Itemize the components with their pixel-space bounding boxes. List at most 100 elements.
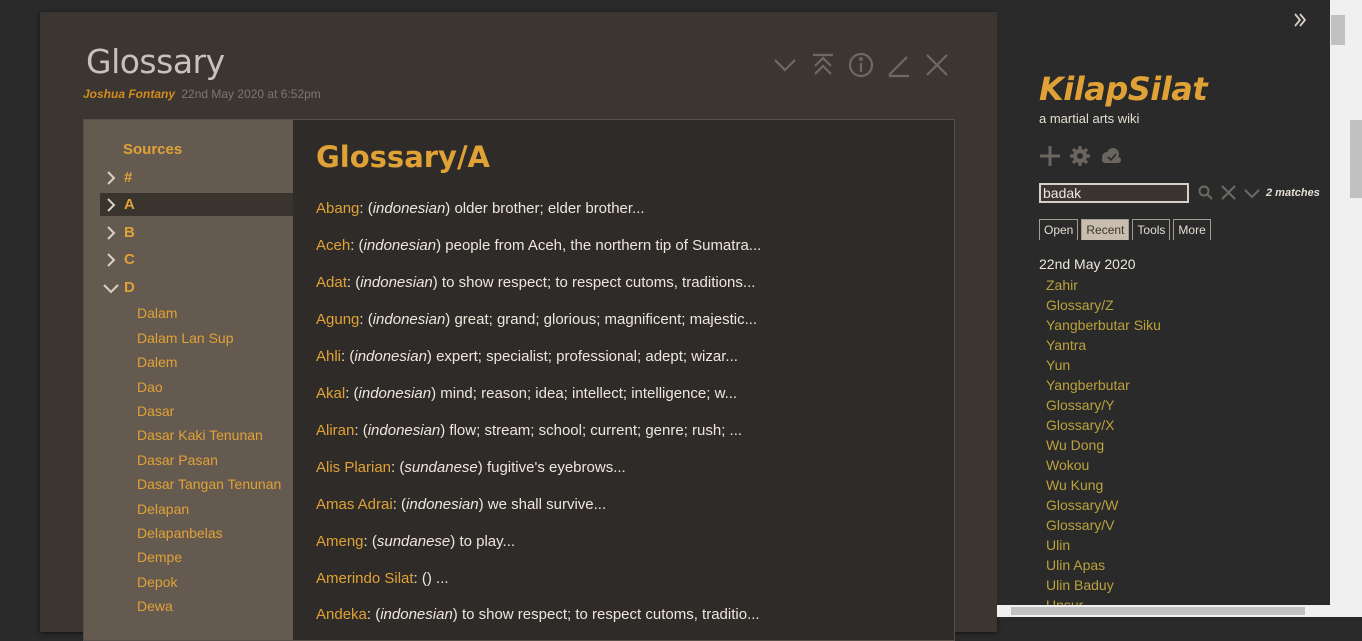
site-title: KilapSilat [1039,70,1208,108]
entry-lang: indonesian [380,606,453,623]
recent-link[interactable]: Glossary/X [1046,417,1114,433]
recent-link[interactable]: Yun [1046,357,1070,373]
toc-item-label[interactable]: # [124,169,132,186]
toc-item-label[interactable]: B [124,224,135,241]
entry-term[interactable]: Akal [316,385,345,402]
chevron-right-icon[interactable] [100,225,122,240]
recent-link[interactable]: Glossary/W [1046,497,1118,513]
recent-link[interactable]: Glossary/V [1046,517,1114,533]
chevron-right-icon[interactable] [100,170,122,185]
toc-sub-item[interactable]: Dalem [137,354,177,370]
entry-term[interactable]: Ameng [316,533,364,550]
entry-term[interactable]: Amerindo Silat [316,570,414,587]
fold-button[interactable] [770,50,800,80]
sidebar-buttons [1039,145,1123,172]
toc-heading[interactable]: Sources [123,141,182,158]
recent-link[interactable]: Yangberbutar [1046,377,1130,393]
page-vertical-scrollbar[interactable] [1330,0,1362,617]
entry-def: ) great; grand; glorious; magnificent; m… [445,311,758,328]
chevron-down-icon[interactable] [100,282,122,294]
toc-sub-item[interactable]: Dao [137,379,163,395]
plus-icon [1040,146,1060,166]
recent-link[interactable]: Wu Dong [1046,437,1104,453]
save-wiki-button[interactable] [1099,147,1123,170]
entry-lang: indonesian [372,200,446,217]
scrollbar-thumb[interactable] [1011,607,1305,615]
recent-link[interactable]: Ulin [1046,537,1070,553]
content-heading[interactable]: Glossary/A [316,140,490,174]
tab-open[interactable]: Open [1039,219,1079,240]
search-icon [1198,185,1213,200]
scrollbar-thumb[interactable] [1350,120,1362,198]
hide-sidebar-button[interactable] [1293,12,1307,33]
toc-sub-item[interactable]: Dasar [137,403,174,419]
toc-item-selected[interactable]: A [100,193,293,216]
toc-sub-item[interactable]: Dalam [137,305,177,321]
search-input[interactable] [1039,183,1189,203]
chevron-right-icon[interactable] [100,197,122,212]
glossary-entry: Adat: (indonesian) to show respect; to r… [316,274,756,291]
clear-search-button[interactable] [1221,185,1236,205]
toc-sub-item[interactable]: Depok [137,574,177,590]
chevron-right-icon[interactable] [100,252,122,267]
edit-icon [888,56,909,78]
toc-item[interactable]: B [100,221,293,244]
entry-term[interactable]: Andeka [316,606,367,623]
entry-term[interactable]: Aliran [316,422,354,439]
close-others-button[interactable] [808,50,838,80]
edit-button[interactable] [884,50,914,80]
recent-link[interactable]: Ulin Apas [1046,557,1105,573]
entry-term[interactable]: Aceh [316,237,350,254]
toc-sub-item[interactable]: Dasar Tangan Tenunan [137,476,281,492]
recent-link[interactable]: Yantra [1046,337,1086,353]
sidebar-horizontal-scrollbar[interactable] [997,605,1330,617]
toc-sub-item[interactable]: Dalam Lan Sup [137,330,234,346]
entry-term[interactable]: Abang [316,200,359,217]
entry-term[interactable]: Alis Plarian [316,459,391,476]
recent-link[interactable]: Wokou [1046,457,1089,473]
entry-term[interactable]: Agung [316,311,359,328]
recent-link[interactable]: Glossary/Y [1046,397,1114,413]
tab-more[interactable]: More [1173,219,1211,240]
control-panel-button[interactable] [1069,145,1091,172]
toc-item[interactable]: C [100,248,293,271]
recent-link[interactable]: Ulin Baduy [1046,577,1114,593]
recent-link[interactable]: Glossary/Z [1046,297,1114,313]
scrollbar-thumb[interactable] [1331,15,1345,45]
tab-tools[interactable]: Tools [1132,219,1171,240]
entry-lang: indonesian [367,422,441,439]
story-river: Glossary Joshua Fontany 22nd May 2020 at… [0,0,997,641]
toc-sub-item[interactable]: Delapanbelas [137,525,223,541]
toc-item[interactable]: D [100,276,293,299]
glossary-entry: Alis Plarian: (sundanese) fugitive's eye… [316,459,626,476]
entry-def: ) flow; stream; school; current; genre; … [440,422,743,439]
toc-sub-item[interactable]: Dasar Kaki Tenunan [137,427,263,443]
toc-sub-item[interactable]: Dempe [137,549,182,565]
search-results-toggle[interactable] [1244,186,1260,204]
new-tiddler-button[interactable] [1039,145,1061,172]
toc-sub-item[interactable]: Dasar Pasan [137,452,218,468]
recent-link[interactable]: Yangberbutar Siku [1046,317,1161,333]
info-button[interactable] [846,50,876,80]
entry-def: ) to play... [450,533,516,550]
advanced-search-button[interactable] [1198,185,1213,205]
entry-term[interactable]: Amas Adrai [316,496,393,513]
toc-item-label[interactable]: A [124,196,135,213]
toc-sub-item[interactable]: Delapan [137,501,189,517]
close-button[interactable] [922,50,952,80]
tab-recent[interactable]: Recent [1081,219,1130,240]
entry-term[interactable]: Adat [316,274,347,291]
author-link[interactable]: Joshua Fontany [83,87,175,101]
glossary-entry: Andeka: (indonesian) to show respect; to… [316,606,760,623]
toc-item[interactable]: # [100,166,293,189]
toc-item-label[interactable]: C [124,251,135,268]
chevron-down-icon [774,59,796,72]
search-controls [1198,185,1260,205]
toc-sub-item[interactable]: Dewa [137,598,173,614]
glossary-entry: Akal: (indonesian) mind; reason; idea; i… [316,385,738,402]
entry-term[interactable]: Ahli [316,348,341,365]
recent-link[interactable]: Wu Kung [1046,477,1103,493]
sidebar-tabs: Open Recent Tools More [1039,219,1211,240]
recent-link[interactable]: Zahir [1046,277,1078,293]
toc-item-label[interactable]: D [124,279,135,296]
